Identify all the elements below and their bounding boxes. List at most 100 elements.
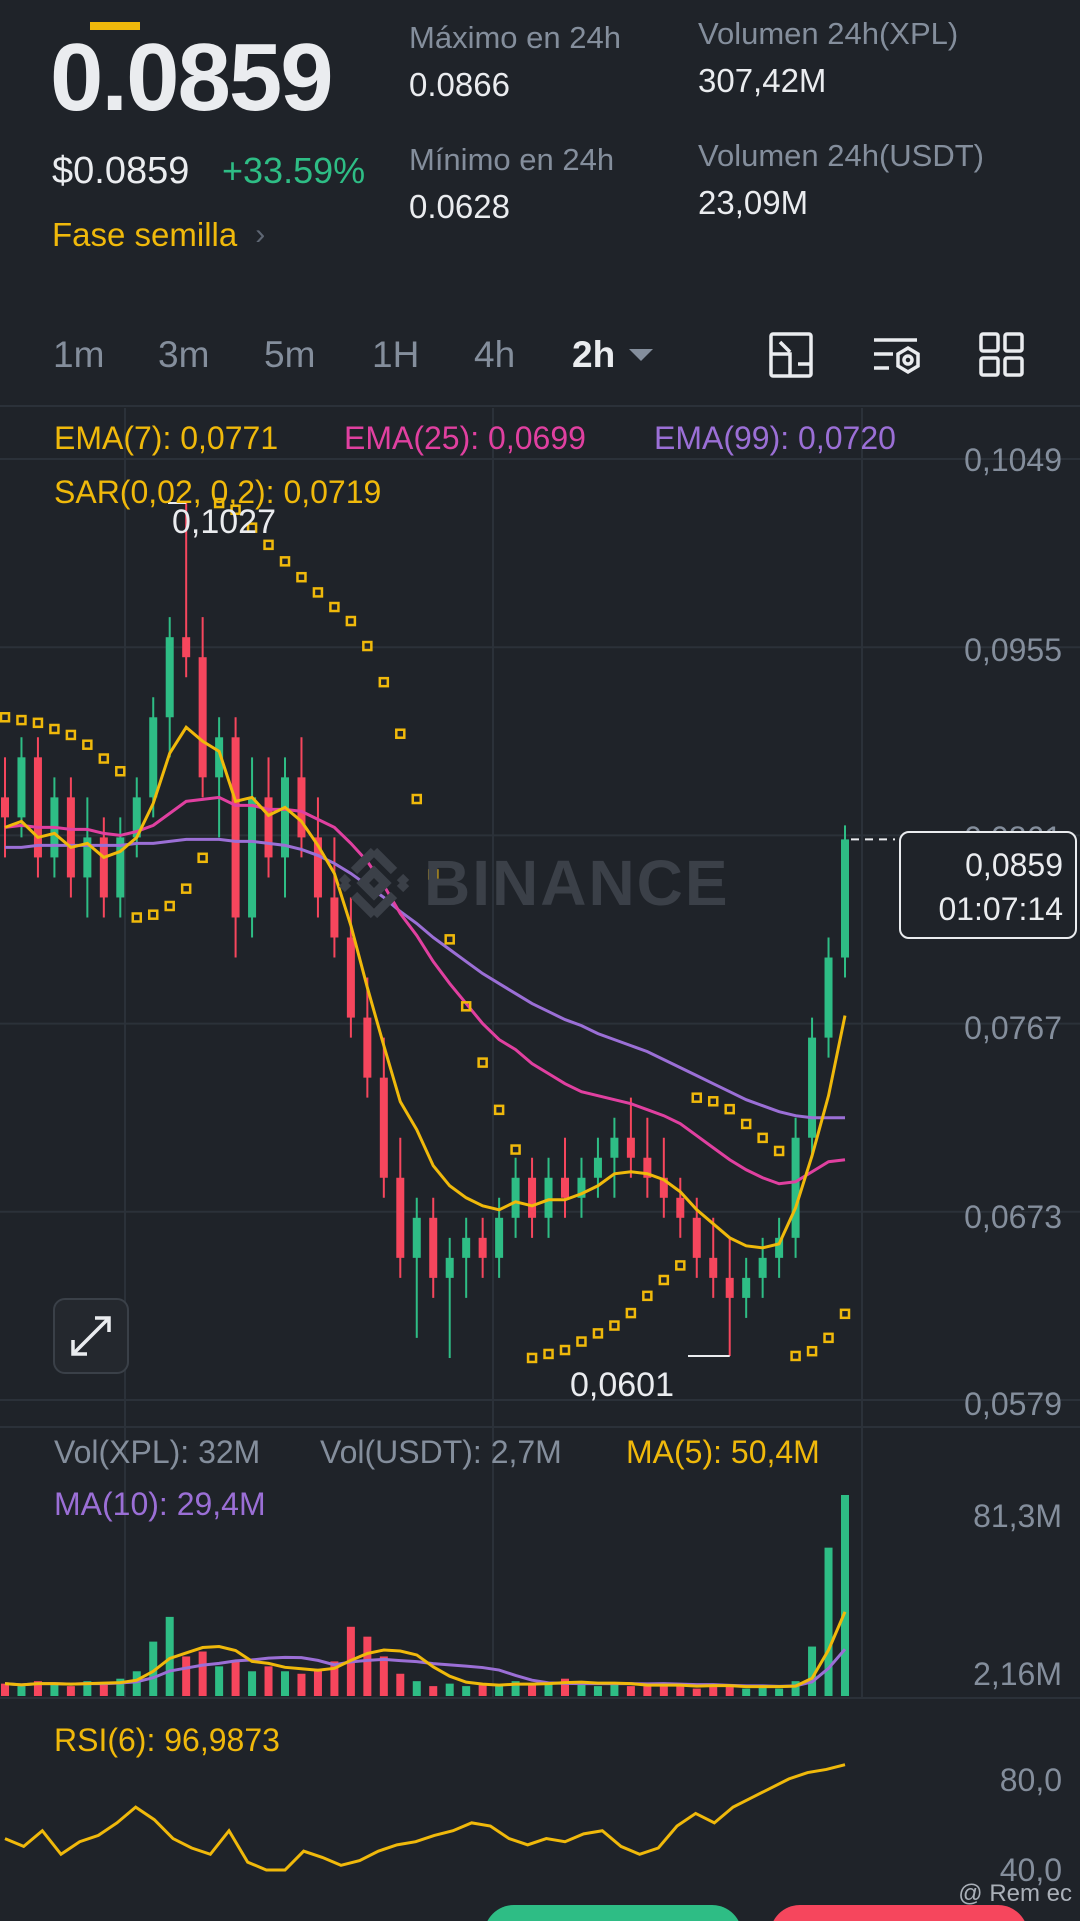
sar-dot [411, 793, 423, 805]
sar-dot [115, 765, 126, 777]
legend-ema99: EMA(99): 0,0720 [654, 420, 896, 456]
grid-layout-icon[interactable] [978, 330, 1026, 380]
candle-body [379, 1077, 388, 1178]
stat-label: Volumen 24h(USDT) [698, 138, 985, 173]
seed-phase-label: Fase semilla [52, 216, 238, 253]
depth-chart-icon[interactable] [768, 330, 816, 380]
volume-bar [1, 1683, 9, 1696]
sar-dot [477, 1057, 488, 1068]
volume-bar [396, 1673, 405, 1696]
sar-dot [625, 1307, 637, 1319]
current-price-tag: 0,0859 01:07:14 [899, 831, 1077, 939]
candle-body [248, 797, 257, 918]
price-chart[interactable] [0, 408, 1080, 1878]
volume-bar [99, 1683, 108, 1696]
candle-body [363, 1017, 372, 1078]
sar-dot [395, 728, 406, 739]
tab-1h[interactable]: 1H [372, 334, 419, 376]
caret-down-icon [629, 349, 654, 361]
stat-value: 307,42M [698, 62, 827, 99]
candle-body [725, 1277, 734, 1298]
candle-body [495, 1217, 504, 1258]
sar-dot [296, 571, 307, 583]
fullscreen-button[interactable] [53, 1298, 129, 1374]
rsi-axis-tick: 80,0 [999, 1762, 1062, 1798]
stat-volume-usdt: Volumen 24h(USDT) 23,09M [698, 138, 984, 222]
sar-dot [642, 1290, 653, 1302]
sar-dot [510, 1144, 521, 1155]
sar-dot [197, 852, 208, 864]
sar-dot [329, 601, 340, 613]
sar-dot [98, 753, 110, 764]
sar-dot [131, 912, 143, 923]
candle-body [198, 657, 207, 778]
volume-bar [297, 1673, 306, 1696]
ma5-line [4, 1611, 847, 1689]
volume-bar [198, 1651, 207, 1696]
sar-dot [279, 556, 291, 567]
stat-label: Mínimo en 24h [409, 142, 615, 177]
candle-body [297, 777, 306, 838]
indicator-settings-icon[interactable] [871, 330, 923, 380]
volume-bar [313, 1668, 322, 1696]
tab-3m[interactable]: 3m [158, 334, 209, 376]
sar-dot [82, 739, 93, 750]
volume-bar [643, 1686, 652, 1696]
legend-vol-usdt: Vol(USDT): 2,7M [320, 1434, 562, 1470]
sar-dot [806, 1345, 818, 1357]
candle-body [528, 1177, 537, 1218]
sar-dot [543, 1348, 554, 1360]
sar-dot [675, 1260, 686, 1271]
sar-dot [609, 1320, 620, 1331]
volume-bar [610, 1683, 619, 1696]
candle-body [511, 1177, 520, 1218]
sar-dot [49, 723, 60, 735]
sell-button[interactable] [770, 1905, 1028, 1921]
volume-bar [775, 1688, 784, 1696]
sar-dot [658, 1274, 670, 1286]
volume-bar [742, 1688, 751, 1696]
candle-body [610, 1137, 619, 1158]
candle-body [149, 717, 158, 798]
sar-dot [362, 640, 373, 652]
stat-high-24h: Máximo en 24h 0.0866 [409, 20, 621, 104]
sar-dot [740, 1118, 752, 1130]
tab-4h[interactable]: 4h [474, 334, 515, 376]
volume-axis-tick: 81,3M [973, 1498, 1062, 1534]
sar-dot [164, 900, 175, 912]
sar-dot [576, 1336, 587, 1347]
volume-bar [577, 1683, 586, 1696]
sar-dot [378, 676, 390, 688]
sar-dot [0, 712, 11, 723]
candle-body [758, 1257, 767, 1278]
price-axis-tick: 0,0673 [964, 1199, 1062, 1235]
tab-2h-dropdown[interactable]: 2h [572, 334, 654, 376]
candle-body [478, 1237, 487, 1258]
candle-countdown: 01:07:14 [938, 891, 1063, 927]
volume-bar [824, 1547, 833, 1696]
sar-dot [724, 1103, 735, 1115]
seed-phase-link[interactable]: Fase semilla › [52, 216, 265, 254]
divider [0, 1426, 1080, 1428]
divider [0, 405, 1080, 407]
volume-bar [66, 1686, 75, 1696]
candle-body [742, 1277, 751, 1298]
tab-5m[interactable]: 5m [264, 334, 315, 376]
candle-body [412, 1217, 421, 1258]
buy-button[interactable] [484, 1905, 742, 1921]
volume-bar [544, 1683, 553, 1696]
stat-value: 0.0628 [409, 188, 510, 225]
volume-bar [692, 1688, 701, 1696]
divider [0, 1697, 1080, 1699]
volume-bar [676, 1686, 685, 1696]
volume-bar [231, 1661, 240, 1696]
volume-bar [182, 1656, 191, 1696]
candle-body [165, 637, 174, 718]
legend-rsi: RSI(6): 96,9873 [54, 1722, 280, 1758]
volume-bar [215, 1666, 224, 1696]
sar-dot [823, 1332, 834, 1344]
volume-bar [445, 1683, 454, 1696]
stat-low-24h: Mínimo en 24h 0.0628 [409, 142, 614, 226]
low-annotation: 0,0601 [570, 1366, 674, 1404]
tab-1m[interactable]: 1m [53, 334, 104, 376]
